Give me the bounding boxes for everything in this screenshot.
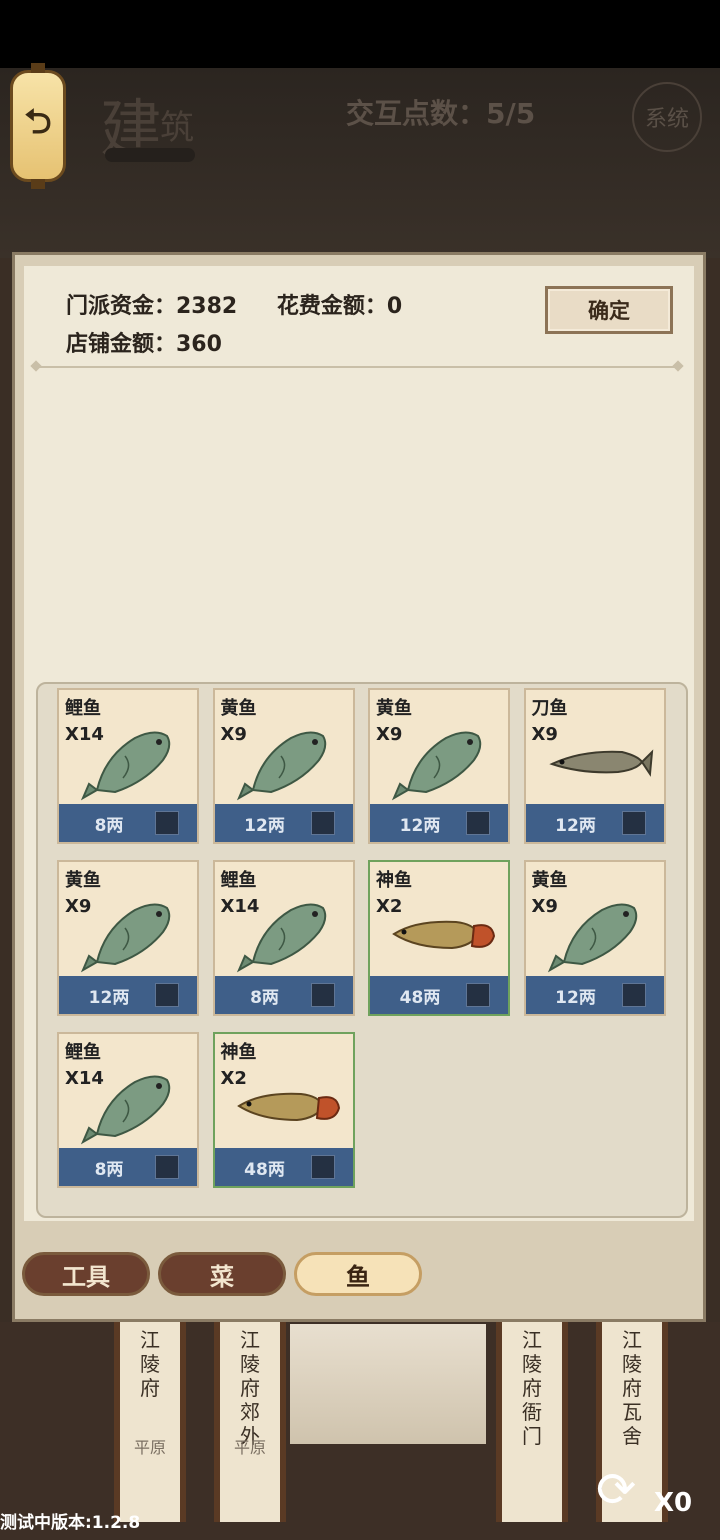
item-footer: 8两 [214, 976, 353, 1014]
item-name: 黄鱼 [376, 698, 412, 719]
item-quantity: X9 [65, 896, 92, 917]
item-footer: 48两 [370, 976, 508, 1014]
carp-fish-icon [386, 716, 498, 806]
carp-fish-icon [75, 888, 187, 978]
location-name: 江陵府郊外 [240, 1328, 260, 1448]
item-price: 12两 [555, 987, 596, 1008]
fish-item-card[interactable]: 黄鱼 X9 12两 [57, 860, 199, 1016]
carp-fish-icon [231, 716, 343, 806]
location-name: 江陵府瓦舍 [622, 1328, 642, 1448]
location-terrain: 平原 [233, 1438, 266, 1457]
item-footer: 12两 [214, 804, 353, 842]
location-card-jiangling[interactable]: 江陵府 平原 [114, 1322, 186, 1522]
item-name: 黄鱼 [531, 870, 568, 891]
divider [34, 366, 680, 368]
knife-fish-icon [542, 716, 654, 806]
funds-row: 门派资金：2382 花费金额：0 [66, 288, 434, 320]
fish-item-card[interactable]: 黄鱼 X9 12两 [523, 860, 666, 1016]
fish-item-card[interactable]: 鲤鱼 X14 8两 [57, 688, 199, 844]
select-checkbox[interactable] [310, 1155, 335, 1179]
item-price: 12两 [244, 815, 285, 836]
fish-item-card[interactable]: 刀鱼 X9 12两 [523, 688, 666, 844]
select-checkbox[interactable] [621, 811, 646, 835]
refresh-count: X0 [654, 1488, 693, 1518]
item-name: 刀鱼 [531, 698, 568, 719]
select-checkbox[interactable] [621, 983, 646, 1007]
back-arrow-icon: ⮌ [24, 101, 52, 142]
system-button[interactable]: 系统 [632, 82, 702, 152]
item-name: 神鱼 [220, 1042, 257, 1063]
landscape-painting [290, 1324, 486, 1444]
tab-fish[interactable]: 鱼 [294, 1252, 422, 1296]
select-checkbox[interactable] [310, 983, 335, 1007]
item-quantity: X9 [376, 724, 403, 745]
item-quantity: X2 [220, 1068, 247, 1089]
item-name: 鲤鱼 [220, 870, 257, 891]
location-name: 江陵府 [140, 1328, 160, 1400]
refresh-icon[interactable]: ⟳ [596, 1462, 636, 1518]
item-quantity: X14 [220, 896, 260, 917]
item-footer: 12两 [59, 976, 197, 1014]
item-price: 12两 [88, 987, 130, 1008]
item-name: 鲤鱼 [65, 1042, 101, 1063]
item-quantity: X2 [376, 896, 403, 917]
fish-item-card[interactable]: 神鱼 X2 48两 [368, 860, 510, 1016]
fish-item-card[interactable]: 黄鱼 X9 12两 [212, 688, 355, 844]
item-quantity: X9 [531, 896, 558, 917]
select-checkbox[interactable] [155, 1155, 179, 1179]
item-quantity: X14 [65, 1068, 104, 1089]
item-footer: 48两 [214, 1148, 353, 1186]
item-name: 神鱼 [376, 870, 412, 891]
select-checkbox[interactable] [155, 811, 179, 835]
item-footer: 8两 [59, 1148, 197, 1186]
fish-item-card[interactable]: 黄鱼 X9 12两 [368, 688, 510, 844]
item-price: 8两 [94, 1159, 124, 1180]
item-price: 12两 [399, 815, 441, 836]
location-card-outskirts[interactable]: 江陵府郊外 平原 [214, 1322, 286, 1522]
arowana-fish-icon [231, 1060, 343, 1150]
location-name: 江陵府衙门 [522, 1328, 542, 1448]
sect-funds: 门派资金：2382 [66, 294, 238, 319]
tab-dishes[interactable]: 菜 [158, 1252, 286, 1296]
item-price: 12两 [555, 815, 596, 836]
carp-fish-icon [542, 888, 654, 978]
location-terrain: 平原 [133, 1438, 166, 1457]
item-quantity: X9 [220, 724, 247, 745]
arowana-fish-icon [386, 888, 498, 978]
item-footer: 12两 [370, 804, 508, 842]
select-checkbox[interactable] [310, 811, 335, 835]
item-price: 8两 [250, 987, 279, 1008]
version-label: 测试中版本:1.2.8 [0, 1513, 141, 1533]
back-button[interactable]: ⮌ [10, 63, 66, 189]
select-checkbox[interactable] [466, 811, 490, 835]
item-price: 48两 [244, 1159, 285, 1180]
item-footer: 12两 [525, 804, 664, 842]
confirm-button[interactable]: 确定 [545, 286, 673, 334]
shop-amount: 店铺金额：360 [66, 332, 222, 357]
status-bar [0, 0, 720, 68]
item-name: 黄鱼 [65, 870, 101, 891]
fish-item-card[interactable]: 鲤鱼 X14 8两 [57, 1032, 199, 1188]
item-name: 鲤鱼 [65, 698, 101, 719]
page-title-sub: 筑 [160, 108, 194, 148]
item-price: 48两 [399, 987, 441, 1008]
item-footer: 8两 [59, 804, 197, 842]
interaction-points: 交互点数：5/5 [346, 97, 536, 130]
item-price: 8两 [94, 815, 124, 836]
select-checkbox[interactable] [466, 983, 490, 1007]
tab-tools[interactable]: 工具 [22, 1252, 150, 1296]
fish-item-card[interactable]: 神鱼 X2 48两 [212, 1032, 355, 1188]
item-name: 黄鱼 [220, 698, 257, 719]
item-quantity: X14 [65, 724, 104, 745]
item-quantity: X9 [531, 724, 558, 745]
select-checkbox[interactable] [155, 983, 179, 1007]
item-footer: 12两 [525, 976, 664, 1014]
fish-item-card[interactable]: 鲤鱼 X14 8两 [212, 860, 355, 1016]
spend-amount: 花费金额：0 [276, 294, 403, 319]
location-card-yamen[interactable]: 江陵府衙门 [496, 1322, 568, 1522]
title-ink-stroke [105, 148, 195, 162]
